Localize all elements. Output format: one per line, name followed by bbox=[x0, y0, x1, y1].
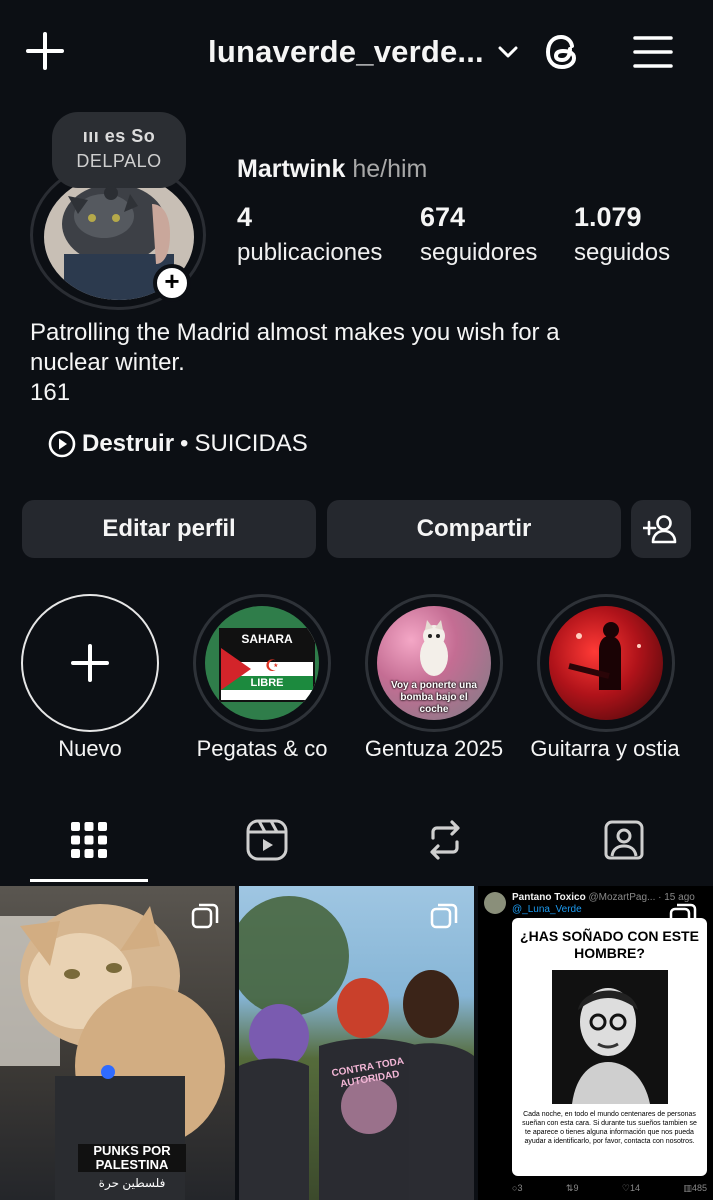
tweet-handle: @MozartPag... bbox=[588, 892, 656, 903]
stat-following[interactable]: 1.079 seguidos bbox=[574, 202, 670, 267]
stat-posts[interactable]: 4 publicaciones bbox=[237, 202, 382, 267]
music-song: Destruir bbox=[82, 430, 175, 457]
people-photo-icon bbox=[239, 896, 474, 1200]
highlight-new[interactable] bbox=[21, 594, 159, 732]
edit-profile-button[interactable]: Editar perfil bbox=[22, 500, 316, 558]
like-count: ♡14 bbox=[621, 1183, 640, 1193]
stat-followers[interactable]: 674 seguidores bbox=[420, 202, 537, 267]
sticker-text: SAHARA bbox=[221, 630, 313, 648]
display-name: Martwink bbox=[237, 155, 346, 183]
highlight-label: Pegatas & co bbox=[196, 736, 328, 761]
username-title[interactable]: lunaverde_verde... bbox=[208, 34, 484, 70]
pronouns: he/him bbox=[352, 155, 428, 183]
stat-value: 1.079 bbox=[574, 202, 642, 232]
profile-name: Martwink he/him bbox=[237, 155, 427, 184]
carousel-icon bbox=[430, 903, 458, 929]
stat-value: 674 bbox=[420, 202, 466, 232]
active-tab-indicator bbox=[30, 879, 148, 882]
flag-sticker: SAHARA ☪ LIBRE bbox=[219, 628, 315, 702]
play-circle-icon bbox=[48, 430, 76, 458]
share-profile-button[interactable]: Compartir bbox=[327, 500, 621, 558]
highlight-cover: Voy a ponerte una bomba bajo el coche bbox=[377, 606, 491, 720]
profile-music[interactable]: Destruir • SUICIDAS bbox=[48, 430, 308, 458]
carousel-icon bbox=[191, 903, 219, 929]
highlight-guitarra[interactable] bbox=[537, 594, 675, 732]
crescent-icon: ☪ bbox=[265, 658, 280, 675]
tweet-stats: ○3 ⇅9 ♡14 ▥485 bbox=[512, 1183, 707, 1194]
bio-line: nuclear winter. bbox=[30, 349, 185, 376]
reply-count: ○3 bbox=[512, 1183, 523, 1193]
note-text: ııı es So bbox=[82, 126, 156, 146]
stat-label: seguidos bbox=[574, 239, 671, 266]
tweet-reply-to: @_Luna_Verde bbox=[512, 904, 582, 915]
sticker-text: فلسطين حرة bbox=[98, 1176, 166, 1190]
highlight-label: Nuevo bbox=[58, 736, 122, 761]
highlight-pegatas[interactable]: SAHARA ☪ LIBRE bbox=[193, 594, 331, 732]
post-tile[interactable]: CONTRA TODA AUTORIDAD bbox=[239, 886, 474, 1200]
note-bubble[interactable]: ııı es So DELPALO bbox=[52, 112, 186, 188]
note-text: DELPALO bbox=[76, 151, 162, 171]
discover-people-button[interactable] bbox=[631, 500, 691, 558]
carousel-icon bbox=[669, 903, 697, 929]
avatar bbox=[484, 892, 506, 914]
add-person-icon bbox=[643, 515, 677, 544]
note-bubble-tail bbox=[104, 186, 118, 200]
music-artist: SUICIDAS bbox=[194, 430, 308, 457]
add-story-button[interactable]: + bbox=[153, 264, 191, 302]
stat-label: publicaciones bbox=[237, 239, 383, 266]
menu-icon[interactable] bbox=[633, 34, 673, 70]
highlight-gentuza[interactable]: Voy a ponerte una bomba bajo el coche bbox=[365, 594, 503, 732]
flag-triangle bbox=[221, 648, 251, 690]
view-count: ▥485 bbox=[683, 1183, 707, 1193]
bio: Patrolling the Madrid almost makes you w… bbox=[30, 318, 680, 408]
stat-value: 4 bbox=[237, 202, 253, 232]
tagged-icon[interactable] bbox=[600, 816, 648, 864]
stat-label: seguidores bbox=[420, 239, 538, 266]
highlight-cover: SAHARA ☪ LIBRE bbox=[205, 606, 319, 720]
grid-icon[interactable] bbox=[65, 816, 113, 864]
band-photo-icon bbox=[568, 622, 641, 690]
tweet-author: Pantano Toxico bbox=[512, 892, 586, 903]
post-tile[interactable]: Pantano Toxico @MozartPag... · 15 ago @_… bbox=[478, 886, 713, 1200]
retweet-count: ⇅9 bbox=[565, 1183, 579, 1193]
music-separator: • bbox=[180, 430, 189, 457]
bio-line: Patrolling the Madrid almost makes you w… bbox=[30, 319, 560, 346]
face-photo-icon bbox=[551, 970, 668, 1104]
highlight-label: Guitarra y ostia bbox=[530, 736, 680, 761]
plus-icon bbox=[71, 644, 109, 682]
sticker-text: Voy a ponerte una bomba bajo el coche bbox=[391, 680, 477, 715]
sticker-text: PUNKS POR PALESTINA bbox=[78, 1144, 186, 1172]
poster-body: Cada noche, en todo el mundo centenares … bbox=[522, 1111, 697, 1145]
threads-icon[interactable] bbox=[543, 30, 583, 74]
bio-line: 161 bbox=[30, 379, 71, 406]
chevron-down-icon[interactable] bbox=[496, 42, 520, 62]
reposts-icon[interactable] bbox=[421, 816, 469, 864]
highlight-cover bbox=[549, 606, 663, 720]
poster-headline: ¿HAS SOÑADO CON ESTE HOMBRE? bbox=[520, 928, 699, 961]
reels-icon[interactable] bbox=[243, 816, 291, 864]
poster-image: ¿HAS SOÑADO CON ESTE HOMBRE? Cada noche,… bbox=[512, 918, 707, 1176]
highlight-label: Gentuza 2025 bbox=[364, 736, 504, 761]
create-plus-icon[interactable] bbox=[24, 30, 66, 72]
post-tile[interactable]: PUNKS POR PALESTINA فلسطين حرة bbox=[0, 886, 235, 1200]
